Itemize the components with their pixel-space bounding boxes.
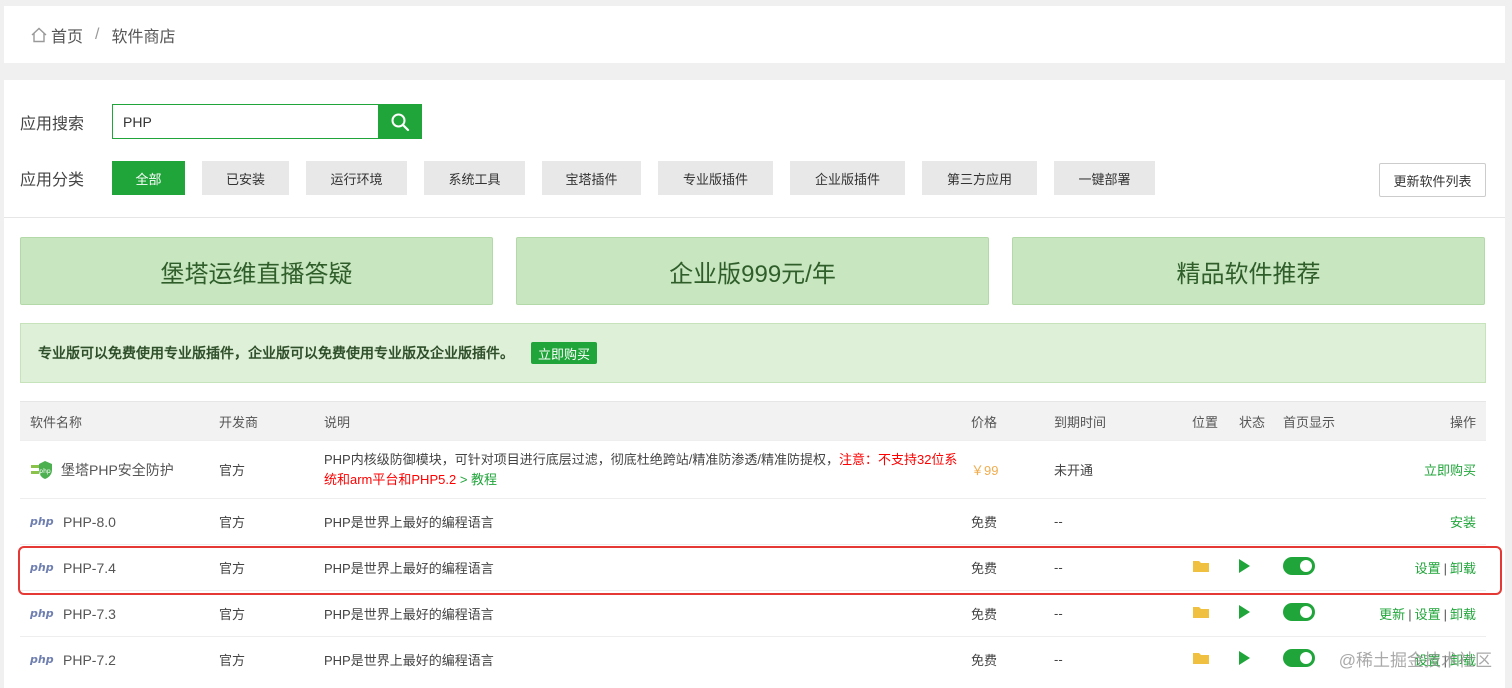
category-row: 应用分类 全部 已安装 运行环境 系统工具 宝塔插件 专业版插件 企业版插件 第… xyxy=(20,161,1172,195)
play-icon[interactable] xyxy=(1239,559,1250,573)
homepage-toggle[interactable] xyxy=(1283,649,1315,668)
breadcrumb-current: 软件商店 xyxy=(111,28,176,46)
promo-recommended[interactable]: 精品软件推荐 xyxy=(1012,237,1485,305)
category-system-tools[interactable]: 系统工具 xyxy=(424,161,525,195)
category-one-click-deploy[interactable]: 一键部署 xyxy=(1054,161,1155,195)
svg-text:php: php xyxy=(39,468,51,475)
header-desc: 说明 xyxy=(314,401,961,441)
op-separator: | xyxy=(1443,561,1447,576)
folder-icon[interactable] xyxy=(1192,651,1210,665)
table-row: php PHP-8.0 官方 PHP是世界上最好的编程语言 免费 -- 安装 xyxy=(20,498,1486,545)
category-all[interactable]: 全部 xyxy=(112,161,185,195)
tutorial-link[interactable]: > 教程 xyxy=(456,472,497,487)
category-runtime[interactable]: 运行环境 xyxy=(306,161,407,195)
category-enterprise-plugins[interactable]: 企业版插件 xyxy=(790,161,905,195)
buy-now-link[interactable]: 立即购买 xyxy=(1424,463,1476,478)
homepage-toggle[interactable] xyxy=(1283,603,1315,621)
php-logo-icon: php xyxy=(30,653,54,667)
op-separator: | xyxy=(1443,607,1447,622)
breadcrumb: 首页 / 软件商店 xyxy=(4,6,1505,63)
software-table: 软件名称 开发商 说明 价格 到期时间 位置 状态 首页显示 操作 php 堡塔… xyxy=(20,401,1486,683)
price: 免费 xyxy=(961,590,1044,637)
search-icon xyxy=(391,113,410,131)
promo-enterprise[interactable]: 企业版999元/年 xyxy=(516,237,989,305)
software-name: PHP-8.0 xyxy=(63,513,116,530)
category-third-party[interactable]: 第三方应用 xyxy=(922,161,1037,195)
expire-time: -- xyxy=(1044,636,1182,683)
notice-text: 专业版可以免费使用专业版插件，企业版可以免费使用专业版及企业版插件。 xyxy=(38,345,514,361)
vendor: 官方 xyxy=(209,544,314,591)
folder-icon[interactable] xyxy=(1192,559,1210,573)
op-separator: | xyxy=(1408,607,1412,622)
category-label: 应用分类 xyxy=(20,172,85,189)
table-row: php 堡塔PHP安全防护 官方 PHP内核级防御模块，可针对项目进行底层过滤，… xyxy=(20,440,1486,499)
play-icon[interactable] xyxy=(1239,605,1250,619)
homepage-toggle[interactable] xyxy=(1283,557,1315,575)
search-row: 应用搜索 xyxy=(20,104,422,139)
price: 免费 xyxy=(961,636,1044,683)
expire-time: -- xyxy=(1044,590,1182,637)
price: 免费 xyxy=(961,544,1044,591)
table-row: php PHP-7.2 官方 PHP是世界上最好的编程语言 免费 -- 设置 | 卸载 xyxy=(20,636,1486,683)
expire-time: -- xyxy=(1044,498,1182,545)
table-header: 软件名称 开发商 说明 价格 到期时间 位置 状态 首页显示 操作 xyxy=(20,401,1486,441)
expire-time: -- xyxy=(1044,544,1182,591)
search-button[interactable] xyxy=(378,104,422,139)
header-expire: 到期时间 xyxy=(1044,401,1182,441)
category-pro-plugins[interactable]: 专业版插件 xyxy=(658,161,773,195)
software-name: PHP-7.3 xyxy=(63,605,116,622)
vendor: 官方 xyxy=(209,590,314,637)
divider xyxy=(4,217,1505,218)
category-installed[interactable]: 已安装 xyxy=(202,161,289,195)
price: ￥99 xyxy=(961,440,1044,499)
vendor: 官方 xyxy=(209,498,314,545)
table-row: php PHP-7.3 官方 PHP是世界上最好的编程语言 免费 -- 更新 | 设置… xyxy=(20,590,1486,637)
header-vendor: 开发商 xyxy=(209,401,314,441)
search-input[interactable] xyxy=(112,104,378,139)
software-name: PHP-7.2 xyxy=(63,651,116,668)
folder-icon[interactable] xyxy=(1192,605,1210,619)
vendor: 官方 xyxy=(209,440,314,499)
table-row: php PHP-7.4 官方 PHP是世界上最好的编程语言 免费 -- 设置 | 卸载 xyxy=(20,544,1486,591)
refresh-list-button[interactable]: 更新软件列表 xyxy=(1379,163,1486,197)
expire-time: 未开通 xyxy=(1044,440,1182,499)
price: 免费 xyxy=(961,498,1044,545)
settings-link[interactable]: 设置 xyxy=(1415,607,1441,622)
php-logo-icon: php xyxy=(30,561,54,574)
description: PHP是世界上最好的编程语言 xyxy=(314,544,961,591)
php-logo-icon: php xyxy=(30,607,54,620)
description: PHP是世界上最好的编程语言 xyxy=(314,636,961,683)
play-icon[interactable] xyxy=(1239,651,1250,666)
uninstall-link[interactable]: 卸载 xyxy=(1450,561,1476,576)
software-name: 堡塔PHP安全防护 xyxy=(61,461,174,478)
breadcrumb-separator: / xyxy=(95,25,100,43)
header-homepage: 首页显示 xyxy=(1273,401,1367,441)
description: PHP内核级防御模块，可针对项目进行底层过滤，彻底杜绝跨站/精准防渗透/精准防提… xyxy=(324,451,839,467)
software-store-panel: 应用搜索 应用分类 全部 已安装 运行环境 系统工具 宝塔插件 专业版插件 企业… xyxy=(4,80,1505,688)
header-price: 价格 xyxy=(961,401,1044,441)
home-icon[interactable] xyxy=(30,26,48,44)
update-link[interactable]: 更新 xyxy=(1379,607,1405,622)
software-name: PHP-7.4 xyxy=(63,559,116,576)
header-actions: 操作 xyxy=(1367,401,1486,441)
watermark: @稀土掘金技术社区 xyxy=(1338,651,1492,670)
php-security-icon: php xyxy=(31,460,52,479)
buy-now-button[interactable]: 立即购买 xyxy=(531,342,598,364)
install-link[interactable]: 安装 xyxy=(1450,515,1476,530)
category-bt-plugins[interactable]: 宝塔插件 xyxy=(542,161,641,195)
breadcrumb-home[interactable]: 首页 xyxy=(51,23,83,47)
description: PHP是世界上最好的编程语言 xyxy=(314,590,961,637)
description: PHP是世界上最好的编程语言 xyxy=(314,498,961,545)
vendor: 官方 xyxy=(209,636,314,683)
header-name: 软件名称 xyxy=(20,401,209,441)
uninstall-link[interactable]: 卸载 xyxy=(1450,607,1476,622)
search-label: 应用搜索 xyxy=(20,115,85,133)
settings-link[interactable]: 设置 xyxy=(1415,561,1441,576)
upgrade-notice: 专业版可以免费使用专业版插件，企业版可以免费使用专业版及企业版插件。 立即购买 xyxy=(20,323,1486,383)
promo-live-qa[interactable]: 堡塔运维直播答疑 xyxy=(20,237,493,305)
header-location: 位置 xyxy=(1182,401,1229,441)
php-logo-icon: php xyxy=(30,515,54,528)
header-status: 状态 xyxy=(1229,401,1273,441)
